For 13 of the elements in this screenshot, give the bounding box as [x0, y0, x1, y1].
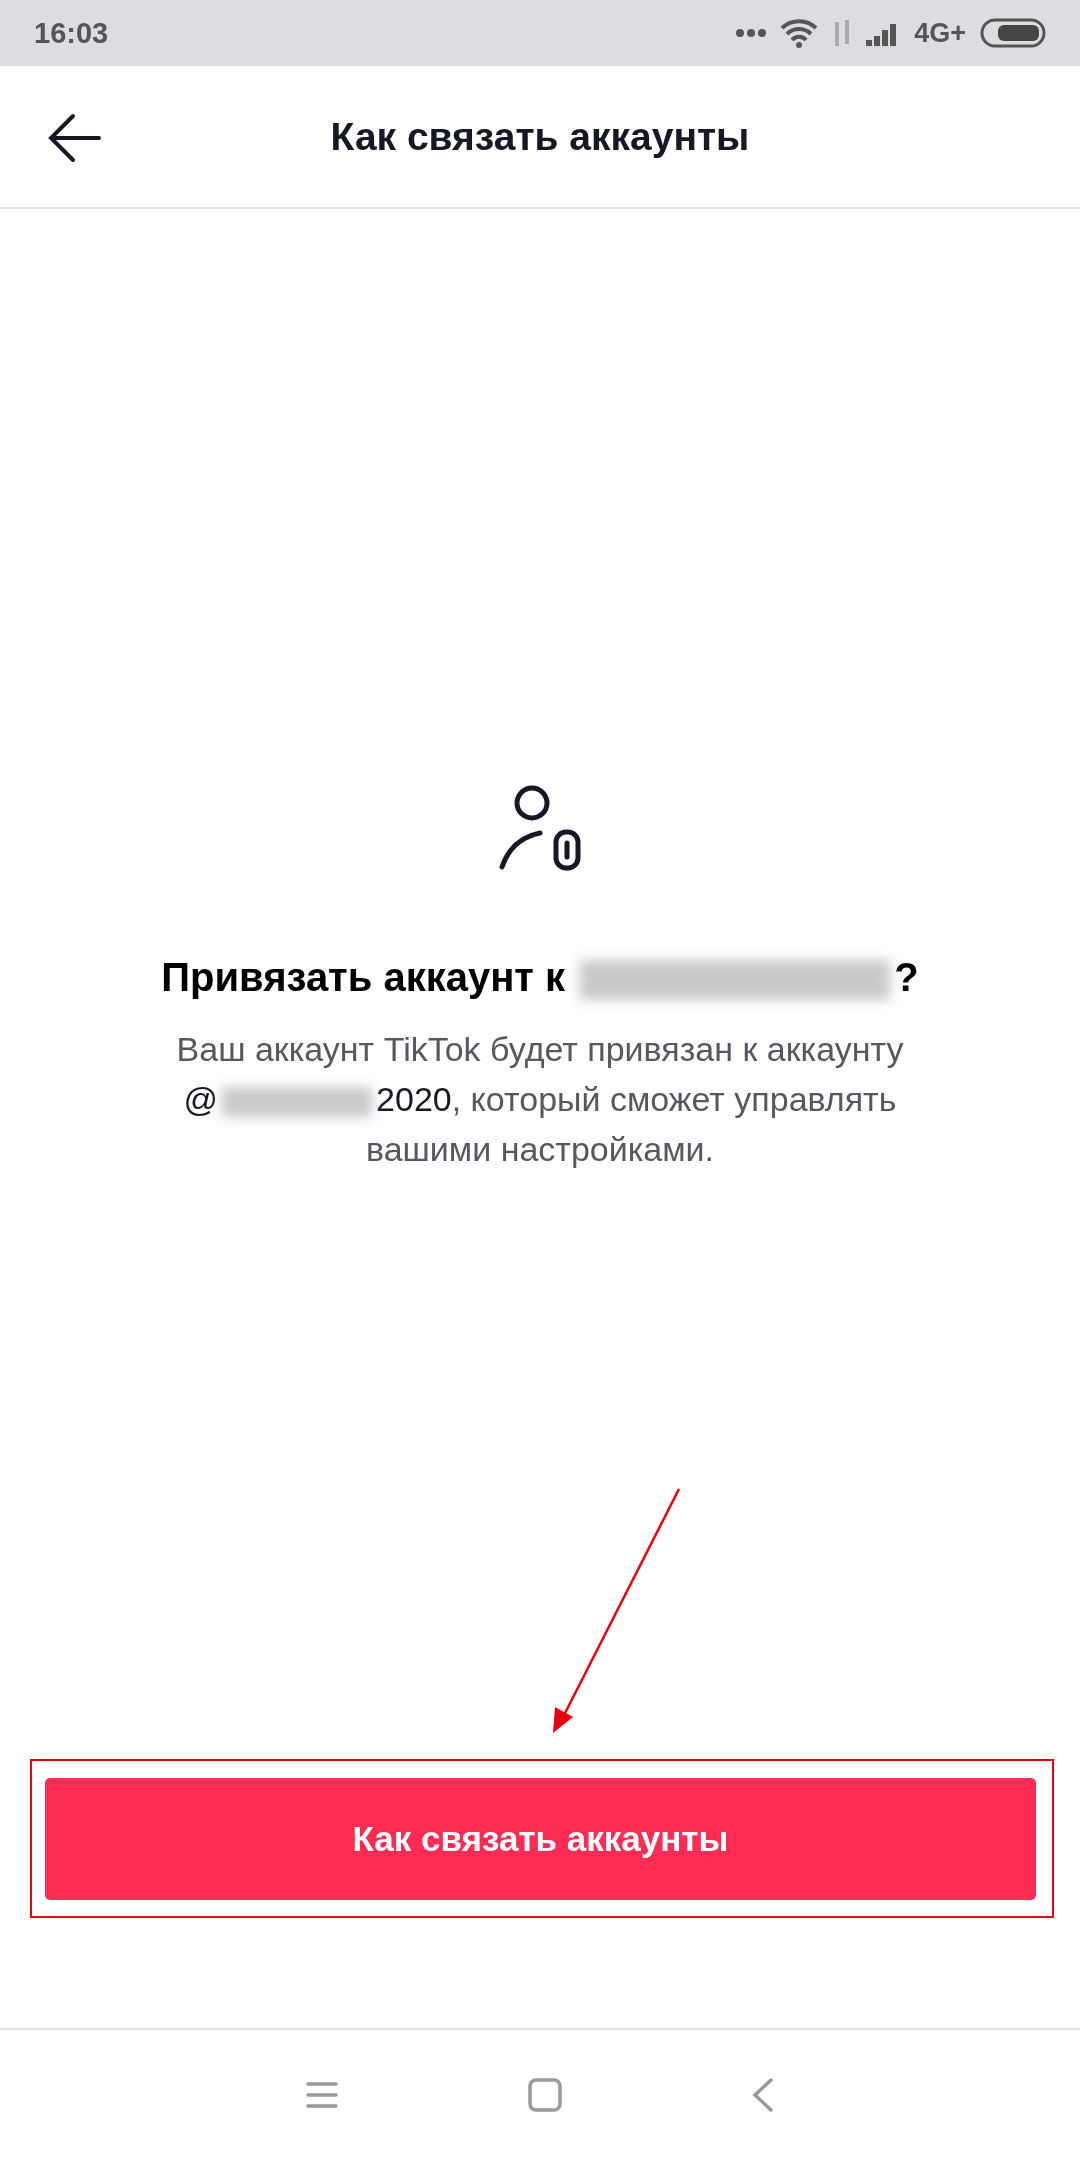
status-time: 16:03 — [34, 16, 110, 50]
menu-icon[interactable] — [306, 2081, 338, 2109]
link-question: Привязать аккаунт к ? — [161, 955, 919, 1001]
link-accounts-button[interactable]: Как связать аккаунты — [45, 1778, 1036, 1900]
home-icon[interactable] — [528, 2078, 562, 2112]
page-title: Как связать аккаунты — [330, 114, 750, 159]
link-description: Ваш аккаунт TikTok будет привязан к аккаунту @ 2020, который сможет управлять вашими настройками. — [175, 1029, 905, 1171]
user-link-icon — [498, 785, 582, 871]
back-nav-icon[interactable] — [752, 2078, 774, 2112]
battery-icon — [980, 18, 1046, 48]
more-icon — [736, 29, 767, 37]
wifi-icon — [780, 18, 819, 48]
network-type: 4G+ — [914, 17, 966, 49]
